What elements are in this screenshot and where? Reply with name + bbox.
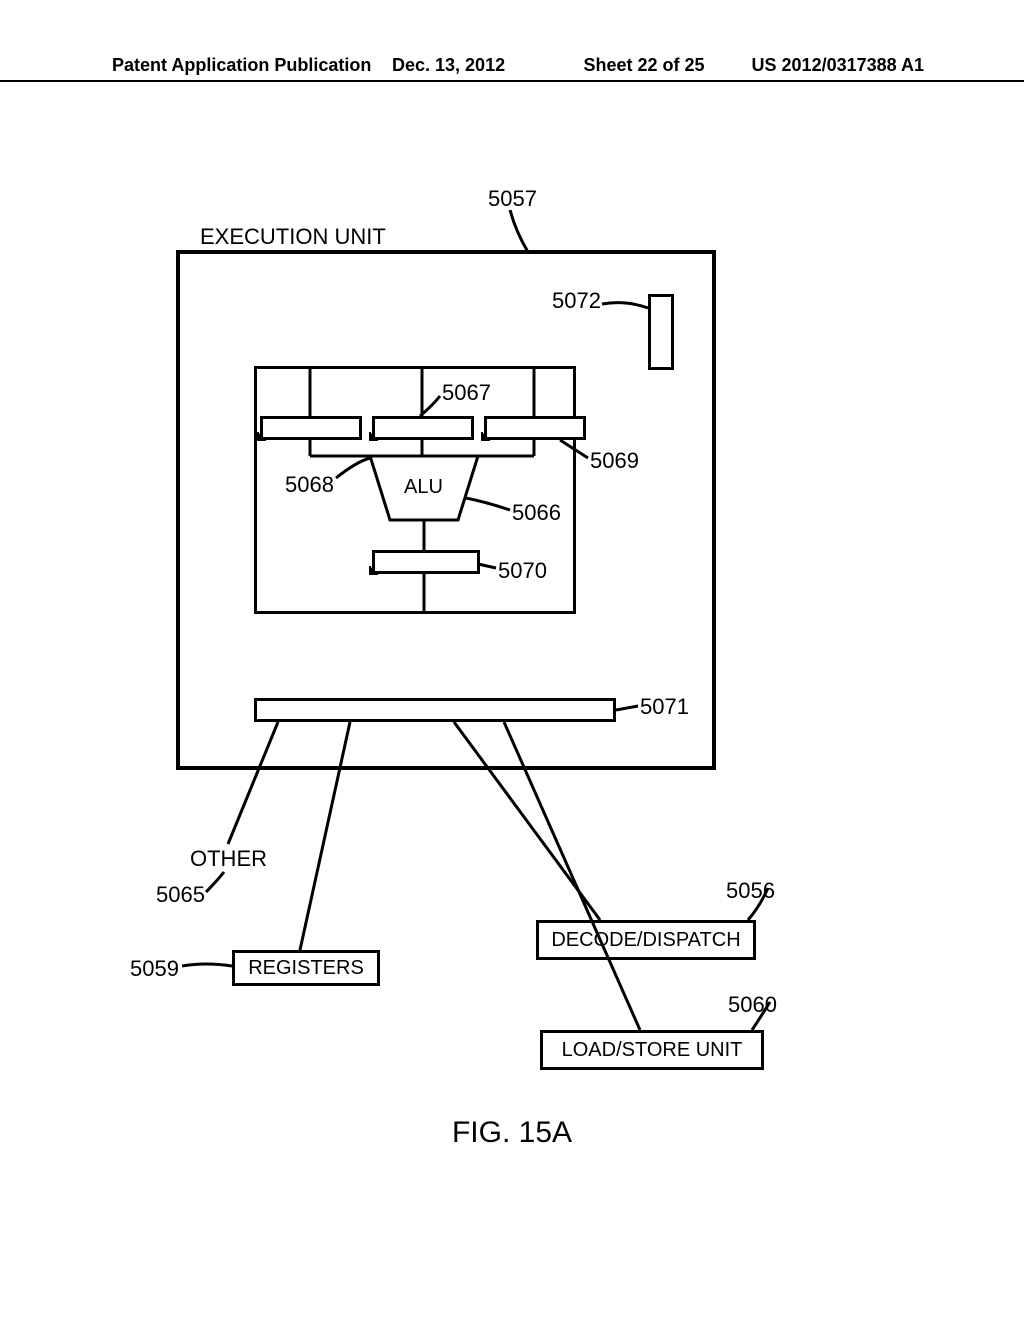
ref-5068: 5068 — [285, 472, 334, 498]
diagram-container: EXECUTION UNIT 5057 5072 5067 5068 5069 … — [0, 180, 1024, 1180]
page-header: Patent Application Publication Dec. 13, … — [0, 52, 1024, 82]
ref-5065: 5065 — [156, 882, 205, 908]
doc-sheet: Sheet 22 of 25 — [560, 55, 728, 76]
ref-5069: 5069 — [590, 448, 639, 474]
registers-label: REGISTERS — [248, 957, 364, 980]
ref-5066: 5066 — [512, 500, 561, 526]
block-5072 — [648, 294, 674, 370]
reg-5069 — [484, 416, 586, 440]
ref-5056: 5056 — [726, 878, 775, 904]
registers-box: REGISTERS — [232, 950, 380, 986]
reg-5067 — [372, 416, 474, 440]
ref-5057: 5057 — [488, 186, 537, 212]
ref-5067: 5067 — [442, 380, 491, 406]
decode-label: DECODE/DISPATCH — [551, 929, 740, 952]
doc-date: Dec. 13, 2012 — [392, 55, 560, 76]
figure-caption: FIG. 15A — [0, 1116, 1024, 1150]
loadstore-label: LOAD/STORE UNIT — [562, 1039, 743, 1062]
other-label: OTHER — [190, 846, 267, 872]
alu-text: ALU — [404, 476, 443, 499]
decode-dispatch-box: DECODE/DISPATCH — [536, 920, 756, 960]
doc-number: US 2012/0317388 A1 — [728, 55, 924, 76]
reg-5070 — [372, 550, 480, 574]
ref-5072: 5072 — [552, 288, 601, 314]
ref-5059: 5059 — [130, 956, 179, 982]
block-5071 — [254, 698, 616, 722]
ref-5070: 5070 — [498, 558, 547, 584]
doc-type: Patent Application Publication — [112, 55, 392, 76]
execution-unit-label: EXECUTION UNIT — [200, 224, 386, 250]
ref-5060: 5060 — [728, 992, 777, 1018]
loadstore-box: LOAD/STORE UNIT — [540, 1030, 764, 1070]
ref-5071: 5071 — [640, 694, 689, 720]
reg-5068 — [260, 416, 362, 440]
